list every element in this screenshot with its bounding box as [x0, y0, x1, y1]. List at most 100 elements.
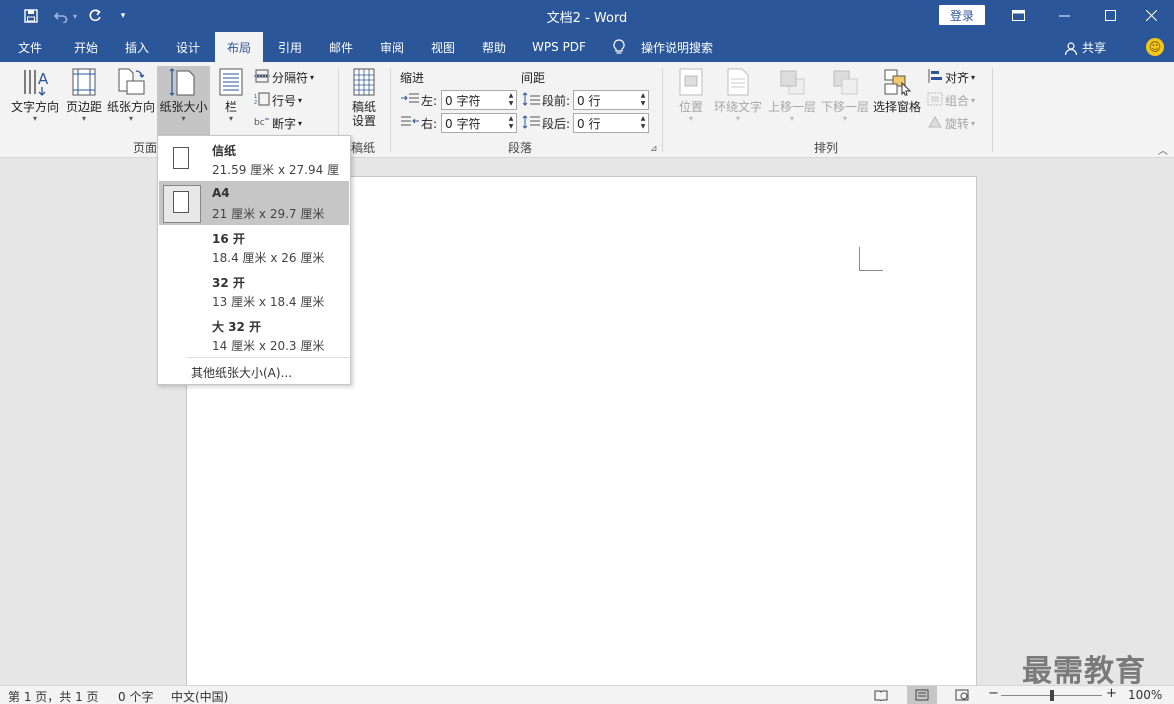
- indent-left-field[interactable]: 左: 0 字符 ▲ ▼: [401, 90, 518, 110]
- text-direction-button[interactable]: A 文字方向 ▾: [8, 66, 62, 124]
- paper-size-icon: [168, 66, 200, 98]
- tab-insert[interactable]: 插入: [113, 32, 161, 62]
- read-mode-icon[interactable]: [866, 686, 896, 704]
- minimize-icon[interactable]: [1041, 0, 1087, 30]
- margins-button[interactable]: 页边距 ▾: [63, 66, 105, 124]
- indent-right-field[interactable]: 右: 0 字符 ▲ ▼: [401, 113, 518, 133]
- align-label: 对齐: [945, 71, 970, 85]
- login-button[interactable]: 登录: [939, 5, 985, 25]
- tab-file[interactable]: 文件: [6, 32, 54, 62]
- dialog-launcher-icon[interactable]: ⊿: [650, 144, 658, 154]
- spacing-before-label: 段前:: [542, 93, 571, 108]
- orientation-button[interactable]: 纸张方向 ▾: [106, 66, 156, 124]
- tab-references[interactable]: 引用: [266, 32, 314, 62]
- zoom-in-button[interactable]: +: [1106, 686, 1117, 701]
- send-backward-icon: [829, 66, 861, 98]
- draft-settings-button[interactable]: 稿纸 设置: [344, 66, 384, 128]
- orientation-label: 纸张方向: [106, 100, 155, 114]
- send-backward-button[interactable]: 下移一层 ▾: [819, 66, 871, 124]
- tab-design[interactable]: 设计: [164, 32, 212, 62]
- wrap-text-icon: [722, 66, 754, 98]
- paper-size-dimensions: 14 厘米 x 20.3 厘米: [212, 339, 325, 353]
- watermark-text: 最需教育: [1022, 654, 1146, 685]
- paper-size-dimensions: 21 厘米 x 29.7 厘米: [212, 207, 325, 221]
- save-icon[interactable]: [20, 6, 42, 26]
- group-objects-button[interactable]: 组合 ▾: [927, 92, 975, 109]
- tab-view[interactable]: 视图: [419, 32, 467, 62]
- spinner-arrows-icon[interactable]: ▲ ▼: [638, 115, 648, 131]
- size-button[interactable]: 纸张大小 ▾: [157, 66, 210, 138]
- tab-review[interactable]: 审阅: [368, 32, 416, 62]
- more-paper-sizes-item[interactable]: 其他纸张大小(A)...: [191, 364, 292, 381]
- text-direction-icon: A: [19, 66, 51, 98]
- align-button[interactable]: 对齐 ▾: [927, 69, 975, 86]
- rotate-button[interactable]: 旋转 ▾: [927, 115, 975, 132]
- spacing-after-label: 段后:: [542, 116, 571, 131]
- svg-text:bc: bc: [254, 118, 265, 128]
- spinner-arrows-icon[interactable]: ▲ ▼: [506, 115, 516, 131]
- paper-size-item-letter[interactable]: 信纸 21.59 厘米 x 27.94 厘米: [159, 137, 349, 194]
- web-layout-icon[interactable]: [947, 686, 977, 704]
- print-layout-icon[interactable]: [907, 686, 937, 704]
- redo-icon[interactable]: [84, 6, 106, 26]
- tab-help[interactable]: 帮助: [470, 32, 518, 62]
- paper-size-item-large-32k[interactable]: 大 32 开 14 厘米 x 20.3 厘米: [159, 313, 349, 357]
- paper-size-item-32k[interactable]: 32 开 13 厘米 x 18.4 厘米: [159, 269, 349, 313]
- paper-size-name: 信纸: [212, 144, 237, 158]
- spacing-after-value[interactable]: 0 行: [577, 115, 600, 132]
- tab-mailings[interactable]: 邮件: [317, 32, 365, 62]
- hyphenation-button[interactable]: bc 断字 ▾: [254, 115, 302, 132]
- bring-forward-button[interactable]: 上移一层 ▾: [766, 66, 818, 124]
- spinner-arrows-icon[interactable]: ▲ ▼: [638, 92, 648, 108]
- undo-dropdown-icon[interactable]: ▾: [64, 6, 86, 26]
- smiley-feedback-icon[interactable]: ☺: [1146, 38, 1164, 56]
- language-indicator[interactable]: 中文(中国): [171, 688, 228, 704]
- indent-left-value[interactable]: 0 字符: [445, 92, 480, 109]
- word-count[interactable]: 0 个字: [118, 688, 153, 704]
- text-direction-label: 文字方向: [10, 100, 59, 114]
- maximize-icon[interactable]: [1087, 0, 1133, 30]
- send-backward-label: 下移一层: [820, 100, 869, 114]
- spacing-after-field[interactable]: 段后: 0 行 ▲ ▼: [522, 113, 650, 133]
- share-button[interactable]: 共享: [1064, 39, 1106, 56]
- paper-size-item-16k[interactable]: 16 开 18.4 厘米 x 26 厘米: [159, 225, 349, 269]
- ribbon-display-icon[interactable]: [995, 0, 1041, 30]
- indent-heading: 缩进: [400, 71, 425, 85]
- tab-wps-pdf[interactable]: WPS PDF: [524, 32, 594, 62]
- draft-paper-icon: [348, 66, 380, 98]
- rotate-label: 旋转: [945, 117, 970, 131]
- paper-size-dimensions: 13 厘米 x 18.4 厘米: [212, 295, 325, 309]
- position-button[interactable]: 位置 ▾: [672, 66, 710, 124]
- indent-right-value[interactable]: 0 字符: [445, 115, 480, 132]
- zoom-level[interactable]: 100%: [1128, 688, 1162, 702]
- indent-left-icon: [401, 92, 419, 109]
- selection-pane-button[interactable]: 选择窗格: [871, 66, 923, 114]
- align-icon: [927, 69, 943, 86]
- paper-size-item-a4[interactable]: A4 21 厘米 x 29.7 厘米: [159, 181, 349, 225]
- zoom-out-button[interactable]: −: [988, 686, 999, 701]
- page-count[interactable]: 第 1 页，共 1 页: [8, 688, 99, 704]
- collapse-ribbon-icon[interactable]: ︿: [1158, 142, 1168, 157]
- columns-button[interactable]: 栏 ▾: [214, 66, 248, 124]
- close-icon[interactable]: [1128, 0, 1174, 30]
- bring-forward-label: 上移一层: [767, 100, 816, 114]
- spacing-after-icon: [522, 114, 540, 132]
- line-numbers-button[interactable]: 12 行号 ▾: [254, 92, 302, 109]
- position-icon: [675, 66, 707, 98]
- zoom-slider-thumb[interactable]: [1050, 690, 1054, 701]
- spacing-before-field[interactable]: 段前: 0 行 ▲ ▼: [522, 90, 650, 110]
- menu-divider: [186, 357, 350, 358]
- wrap-text-label: 环绕文字: [713, 100, 762, 114]
- spacing-before-value[interactable]: 0 行: [577, 92, 600, 109]
- tab-home[interactable]: 开始: [62, 32, 110, 62]
- spinner-arrows-icon[interactable]: ▲ ▼: [506, 92, 516, 108]
- columns-label: 栏: [224, 100, 237, 114]
- wrap-text-button[interactable]: 环绕文字 ▾: [712, 66, 764, 124]
- tell-me-search[interactable]: 操作说明搜索: [636, 32, 718, 62]
- line-numbers-icon: 12: [254, 92, 270, 109]
- tab-layout[interactable]: 布局: [215, 32, 263, 63]
- group-objects-label: 组合: [945, 94, 970, 108]
- spacing-heading: 间距: [521, 71, 546, 85]
- breaks-button[interactable]: 分隔符 ▾: [254, 69, 314, 86]
- customize-icon[interactable]: ▾: [112, 6, 134, 26]
